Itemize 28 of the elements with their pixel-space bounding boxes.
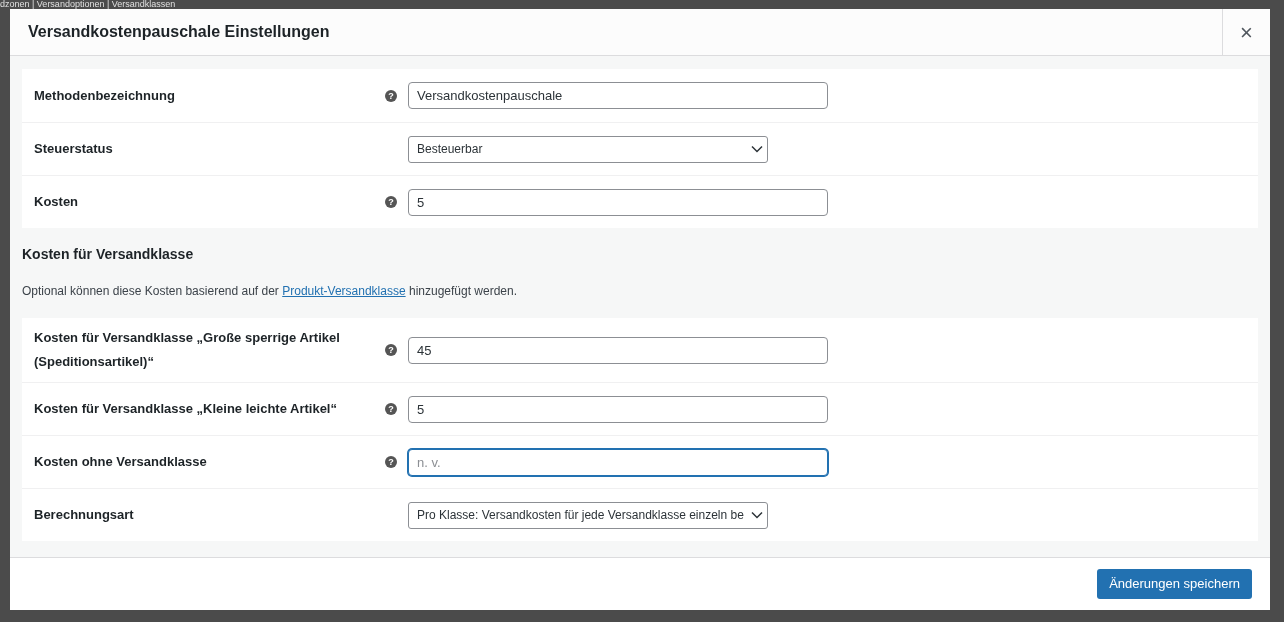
modal-title: Versandkostenpauschale Einstellungen bbox=[27, 22, 331, 42]
section-description: Optional können diese Kosten basierend auf der Produkt-Versandklasse hinzugefügt werden. bbox=[22, 283, 519, 300]
help-icon[interactable]: ? bbox=[385, 89, 397, 102]
field-label: Kosten für Versandklasse „Kleine leichte Artikel“ bbox=[34, 400, 338, 418]
text-input[interactable]: Versandkostenpauschale bbox=[408, 82, 828, 109]
help-icon[interactable]: ? bbox=[385, 403, 397, 415]
breadcrumb-text: dzonen | Versandoptionen | Versandklassen bbox=[0, 0, 176, 8]
text-input[interactable]: 5 bbox=[408, 188, 828, 216]
select-dropdown[interactable]: Pro Klasse: Versandkosten für jede Versandklasse einzeln be bbox=[408, 501, 768, 529]
text-input[interactable]: 5 bbox=[408, 395, 828, 423]
field-label: Kosten ohne Versandklasse bbox=[34, 453, 208, 471]
field-label: Berechnungsart bbox=[34, 506, 135, 524]
help-icon[interactable]: ? bbox=[385, 344, 397, 356]
text-input[interactable]: 45 bbox=[408, 336, 828, 364]
field-label: Kosten bbox=[34, 193, 80, 211]
save-button[interactable]: Änderungen speichern bbox=[1097, 569, 1252, 599]
help-icon[interactable]: ? bbox=[385, 196, 397, 208]
field-label: Methodenbezeichnung bbox=[34, 86, 176, 105]
field-label: Steuerstatus bbox=[34, 140, 114, 158]
chevron-down-icon bbox=[751, 145, 763, 153]
section-heading: Kosten für Versandklasse bbox=[22, 245, 195, 264]
help-icon[interactable]: ? bbox=[385, 456, 397, 468]
field-label: Kosten für Versandklasse „Große sperrige Artikel (Speditionsartikel)“ bbox=[34, 329, 341, 371]
chevron-down-icon bbox=[751, 511, 763, 519]
close-button[interactable]: × bbox=[1222, 9, 1270, 55]
select-dropdown[interactable]: Besteuerbar bbox=[408, 135, 768, 163]
text-input[interactable]: n. v. bbox=[408, 448, 828, 476]
product-class-link[interactable]: Produkt-Versandklasse bbox=[282, 284, 406, 298]
